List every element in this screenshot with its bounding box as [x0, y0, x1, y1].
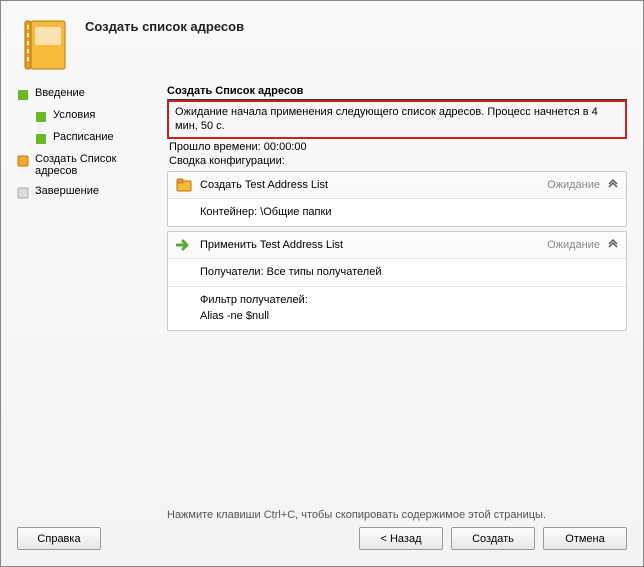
back-button[interactable]: < Назад: [359, 527, 443, 550]
step-introduction: Введение: [17, 87, 157, 101]
wizard-window: Создать список адресов Введение Условия …: [0, 0, 644, 567]
task-card-create: Создать Test Address List Ожидание Конте…: [167, 171, 627, 227]
filter-value: Alias -ne $null: [200, 309, 616, 324]
wizard-body: Введение Условия Расписание Создать Спис…: [17, 85, 627, 505]
step-done-icon: [35, 133, 47, 145]
step-label: Условия: [53, 109, 95, 121]
elapsed-time: Прошло времени: 00:00:00: [167, 141, 627, 153]
wizard-content: Создать Список адресов Ожидание начала п…: [167, 85, 627, 505]
step-label: Введение: [35, 87, 85, 99]
task-status: Ожидание: [547, 239, 600, 251]
step-conditions: Условия: [35, 109, 157, 123]
task-title: Применить Test Address List: [200, 239, 539, 251]
help-button[interactable]: Справка: [17, 527, 101, 550]
task-title: Создать Test Address List: [200, 179, 539, 191]
step-label: Расписание: [53, 131, 114, 143]
step-done-icon: [17, 89, 29, 101]
summary-label: Сводка конфигурации:: [167, 155, 627, 167]
task-status: Ожидание: [547, 179, 600, 191]
step-current-icon: [17, 155, 29, 167]
chevron-up-icon: [608, 178, 618, 191]
address-book-icon: [17, 17, 73, 73]
wizard-header: Создать список адресов: [17, 17, 627, 73]
step-create-list: Создать Список адресов: [17, 153, 157, 177]
chevron-up-icon: [608, 238, 618, 251]
task-detail-recipients: Получатели: Все типы получателей: [168, 258, 626, 286]
wizard-title: Создать список адресов: [85, 19, 244, 34]
task-header-create[interactable]: Создать Test Address List Ожидание: [168, 172, 626, 198]
step-pending-icon: [17, 187, 29, 199]
copy-hint: Нажмите клавиши Ctrl+C, чтобы скопироват…: [17, 505, 627, 527]
wait-notice: Ожидание начала применения следующего сп…: [167, 100, 627, 139]
cancel-button[interactable]: Отмена: [543, 527, 627, 550]
task-detail-container: Контейнер: \Общие папки: [168, 198, 626, 226]
task-detail-filter: Фильтр получателей: Alias -ne $null: [168, 286, 626, 330]
elapsed-value: 00:00:00: [264, 141, 307, 153]
content-heading: Создать Список адресов: [167, 85, 627, 100]
filter-label: Фильтр получателей:: [200, 293, 616, 308]
elapsed-label: Прошло времени:: [169, 141, 261, 153]
folder-icon: [176, 177, 192, 193]
wizard-footer: Нажмите клавиши Ctrl+C, чтобы скопироват…: [17, 505, 627, 550]
task-card-apply: Применить Test Address List Ожидание Пол…: [167, 231, 627, 331]
arrow-right-icon: [176, 237, 192, 253]
step-done-icon: [35, 111, 47, 123]
step-schedule: Расписание: [35, 131, 157, 145]
wizard-steps-sidebar: Введение Условия Расписание Создать Спис…: [17, 85, 157, 505]
step-label: Завершение: [35, 185, 99, 197]
step-completion: Завершение: [17, 185, 157, 199]
button-row: Справка < Назад Создать Отмена: [17, 527, 627, 550]
create-button[interactable]: Создать: [451, 527, 535, 550]
step-label: Создать Список адресов: [35, 153, 157, 177]
task-header-apply[interactable]: Применить Test Address List Ожидание: [168, 232, 626, 258]
